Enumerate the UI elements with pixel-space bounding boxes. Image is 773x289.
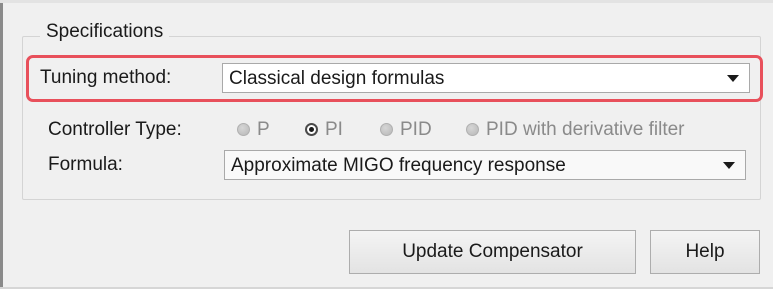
radio-label-pi: PI bbox=[325, 119, 343, 140]
help-button[interactable]: Help bbox=[650, 230, 760, 274]
controller-type-label: Controller Type: bbox=[48, 119, 182, 140]
formula-label: Formula: bbox=[48, 154, 123, 175]
radio-unselected-icon bbox=[380, 123, 393, 136]
radio-unselected-icon bbox=[237, 123, 250, 136]
radio-unselected-icon bbox=[466, 123, 479, 136]
formula-value: Approximate MIGO frequency response bbox=[231, 155, 566, 176]
specifications-group-title: Specifications bbox=[40, 20, 170, 44]
window-top-border bbox=[0, 0, 773, 3]
radio-selected-icon bbox=[305, 123, 318, 136]
radio-label-p: P bbox=[257, 119, 270, 140]
radio-label-pid-filter: PID with derivative filter bbox=[486, 119, 685, 140]
radio-label-pid: PID bbox=[400, 119, 432, 140]
update-compensator-button[interactable]: Update Compensator bbox=[349, 230, 636, 274]
tuning-method-highlight bbox=[26, 55, 763, 102]
window-left-border bbox=[0, 0, 3, 289]
formula-dropdown[interactable]: Approximate MIGO frequency response bbox=[224, 150, 746, 180]
chevron-down-icon bbox=[723, 162, 735, 169]
